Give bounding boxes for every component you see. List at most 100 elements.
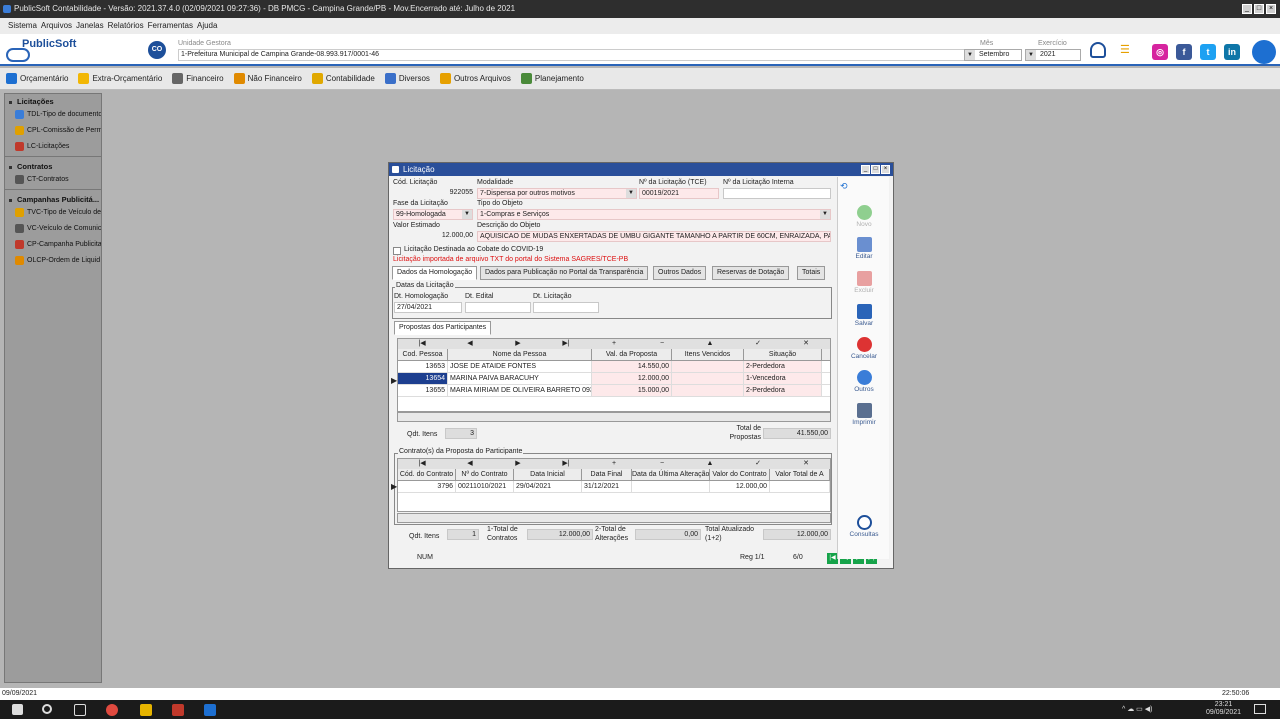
- toolbar-item-6[interactable]: Outros Arquivos: [439, 73, 511, 84]
- consultas-button[interactable]: Consultas: [838, 515, 890, 538]
- table-cell[interactable]: [770, 481, 830, 492]
- table-cell[interactable]: [672, 373, 744, 384]
- nlic-interna-field[interactable]: [723, 188, 831, 199]
- toolbar-item-3[interactable]: Não Financeiro: [233, 73, 302, 84]
- col-itens-vencidos[interactable]: Itens Vencidos: [672, 349, 744, 360]
- table-cell[interactable]: 2-Perdedora: [744, 385, 822, 396]
- grid-nav-button[interactable]: ▲: [686, 459, 734, 469]
- dt-edital-field[interactable]: [465, 302, 531, 313]
- table-cell[interactable]: 15.000,00: [592, 385, 672, 396]
- valor-field[interactable]: 12.000,00: [393, 231, 475, 242]
- col-data-inicial[interactable]: Data Inicial: [514, 469, 582, 480]
- table-cell[interactable]: MARINA PAIVA BARACUHY: [448, 373, 592, 384]
- col-val-proposta[interactable]: Val. da Proposta: [592, 349, 672, 360]
- facebook-icon[interactable]: f: [1176, 44, 1192, 60]
- close-button[interactable]: ×: [1266, 4, 1276, 14]
- grid-nav-button[interactable]: ✕: [782, 339, 830, 349]
- sidebar-item[interactable]: CPL-Comissão de Perm: [5, 122, 101, 138]
- dialog-close-button[interactable]: ×: [881, 165, 890, 174]
- subtab-propostas[interactable]: Propostas dos Participantes: [394, 321, 492, 335]
- exercicio-select[interactable]: ▼ 2021: [1025, 49, 1081, 61]
- publicsoft-taskbar-icon[interactable]: [204, 704, 216, 716]
- toolbar-item-7[interactable]: Planejamento: [520, 73, 584, 84]
- table-cell[interactable]: [672, 385, 744, 396]
- sidebar-group-title[interactable]: Campanhas Publicitá...: [5, 192, 101, 204]
- grid-nav-button[interactable]: ▶|: [542, 459, 590, 469]
- cod-field[interactable]: 922055: [393, 188, 475, 199]
- menu-ajuda[interactable]: Ajuda: [197, 18, 217, 34]
- file-explorer-icon[interactable]: [140, 704, 152, 716]
- sidebar-item[interactable]: CP-Campanha Publicita: [5, 236, 101, 252]
- tab-outros-dados[interactable]: Outros Dados: [653, 266, 707, 280]
- grid-nav-button[interactable]: −: [638, 459, 686, 469]
- tab-totais[interactable]: Totais: [797, 266, 826, 280]
- propostas-hscrollbar[interactable]: [397, 412, 831, 422]
- contratos-hscrollbar[interactable]: [397, 513, 831, 523]
- table-row[interactable]: 3796 00211010/2021 29/04/2021 31/12/2021 12.…: [398, 481, 830, 493]
- grid-nav-button[interactable]: ▶: [494, 339, 542, 349]
- table-cell[interactable]: 12.000,00: [710, 481, 770, 492]
- user-avatar-icon[interactable]: [1252, 40, 1276, 64]
- col-valor-total[interactable]: Valor Total de A: [770, 469, 830, 480]
- sidebar-item[interactable]: TDL-Tipo de documento: [5, 106, 101, 122]
- sidebar-item[interactable]: OLCP-Ordem de Liquid: [5, 252, 101, 268]
- grid-nav-button[interactable]: ◀: [446, 459, 494, 469]
- table-cell[interactable]: [632, 481, 710, 492]
- toolbar-item-4[interactable]: Contabilidade: [311, 73, 375, 84]
- instagram-icon[interactable]: ◎: [1152, 44, 1168, 60]
- table-cell[interactable]: JOSE DE ATAIDE FONTES: [448, 361, 592, 372]
- table-cell[interactable]: 13653: [398, 361, 448, 372]
- headset-icon[interactable]: [1090, 42, 1106, 58]
- col-num-contrato[interactable]: Nº do Contrato: [456, 469, 514, 480]
- menu-ferramentas[interactable]: Ferramentas: [148, 18, 193, 34]
- table-cell[interactable]: 12.000,00: [592, 373, 672, 384]
- descricao-field[interactable]: AQUISICAO DE MUDAS ENXERTADAS DE UMBU GI…: [477, 231, 831, 242]
- table-row[interactable]: 13655 MARIA MIRIAM DE OLIVEIRA BARRETO 09…: [398, 385, 830, 397]
- excluir-button[interactable]: Excluir: [838, 271, 890, 294]
- tab-dados-homologacao[interactable]: Dados da Homologação: [392, 266, 478, 280]
- covid-checkbox[interactable]: [393, 247, 401, 255]
- unidade-select[interactable]: 1-Prefeitura Municipal de Campina Grande…: [178, 49, 970, 61]
- menu-arquivos[interactable]: Arquivos: [41, 18, 72, 34]
- toolbar-item-2[interactable]: Financeiro: [172, 73, 224, 84]
- col-cod-contrato[interactable]: Cód. do Contrato: [398, 469, 456, 480]
- dialog-maximize-button[interactable]: □: [871, 165, 880, 174]
- toolbar-item-0[interactable]: Orçamentário: [6, 73, 68, 84]
- chevron-down-icon[interactable]: ▼: [462, 210, 472, 219]
- tipo-select[interactable]: 1-Compras e Serviços: [477, 209, 831, 220]
- col-nome-pessoa[interactable]: Nome da Pessoa: [448, 349, 592, 360]
- fase-select[interactable]: 99-Homologada: [393, 209, 473, 220]
- toolbar-item-5[interactable]: Diversos: [384, 73, 430, 84]
- col-data-ultima-alteracao[interactable]: Data da Última Alteração: [632, 469, 710, 480]
- col-valor-contrato[interactable]: Valor do Contrato: [710, 469, 770, 480]
- menu-janelas[interactable]: Janelas: [76, 18, 104, 34]
- table-cell[interactable]: 13655: [398, 385, 448, 396]
- table-cell[interactable]: 13654: [398, 373, 448, 384]
- table-cell[interactable]: 1-Vencedora: [744, 373, 822, 384]
- twitter-icon[interactable]: t: [1200, 44, 1216, 60]
- modalidade-select[interactable]: 7-Dispensa por outros motivos: [477, 188, 637, 199]
- notifications-icon[interactable]: [1254, 704, 1266, 714]
- pdf-app-icon[interactable]: [172, 704, 184, 716]
- table-cell[interactable]: 31/12/2021: [582, 481, 632, 492]
- table-cell[interactable]: 00211010/2021: [456, 481, 514, 492]
- table-cell[interactable]: 3796: [398, 481, 456, 492]
- grid-nav-button[interactable]: ◀: [446, 339, 494, 349]
- checklist-icon[interactable]: ☰: [1120, 42, 1138, 58]
- mes-select[interactable]: ▼ Setembro: [964, 49, 1022, 61]
- salvar-button[interactable]: Salvar: [838, 304, 890, 327]
- sidebar-item[interactable]: LC-Licitações: [5, 138, 101, 154]
- table-cell[interactable]: 29/04/2021: [514, 481, 582, 492]
- maximize-button[interactable]: □: [1254, 4, 1264, 14]
- table-cell[interactable]: 2-Perdedora: [744, 361, 822, 372]
- windows-start-icon[interactable]: [12, 704, 23, 715]
- imprimir-button[interactable]: Imprimir: [838, 403, 890, 426]
- minimize-button[interactable]: _: [1242, 4, 1252, 14]
- dt-licitacao-field[interactable]: [533, 302, 599, 313]
- linkedin-icon[interactable]: in: [1224, 44, 1240, 60]
- sidebar-group-title[interactable]: Contratos: [5, 159, 101, 171]
- grid-nav-button[interactable]: |◀: [398, 339, 446, 349]
- col-cod-pessoa[interactable]: Cod. Pessoa: [398, 349, 448, 360]
- grid-nav-button[interactable]: ✕: [782, 459, 830, 469]
- editar-button[interactable]: Editar: [838, 237, 890, 260]
